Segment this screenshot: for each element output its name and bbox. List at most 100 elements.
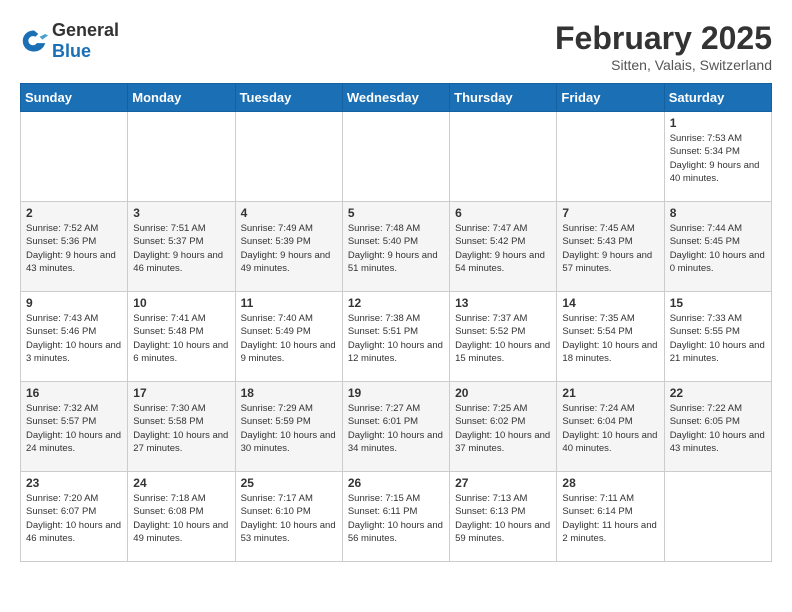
calendar-cell	[235, 112, 342, 202]
day-info: Sunrise: 7:32 AM Sunset: 5:57 PM Dayligh…	[26, 402, 122, 455]
day-number: 18	[241, 386, 337, 400]
calendar-cell: 4 Sunrise: 7:49 AM Sunset: 5:39 PM Daylig…	[235, 202, 342, 292]
calendar-cell: 13 Sunrise: 7:37 AM Sunset: 5:52 PM Dayli…	[450, 292, 557, 382]
day-number: 26	[348, 476, 444, 490]
day-info: Sunrise: 7:51 AM Sunset: 5:37 PM Dayligh…	[133, 222, 229, 275]
day-number: 6	[455, 206, 551, 220]
logo-blue: Blue	[52, 41, 91, 61]
day-info: Sunrise: 7:41 AM Sunset: 5:48 PM Dayligh…	[133, 312, 229, 365]
day-info: Sunrise: 7:15 AM Sunset: 6:11 PM Dayligh…	[348, 492, 444, 545]
day-number: 25	[241, 476, 337, 490]
calendar-cell: 26 Sunrise: 7:15 AM Sunset: 6:11 PM Dayli…	[342, 472, 449, 562]
calendar-week-row: 16Sunrise: 7:32 AM Sunset: 5:57 PM Dayli…	[21, 382, 772, 472]
calendar-table: SundayMondayTuesdayWednesdayThursdayFrid…	[20, 83, 772, 562]
day-info: Sunrise: 7:44 AM Sunset: 5:45 PM Dayligh…	[670, 222, 766, 275]
calendar-cell: 10 Sunrise: 7:41 AM Sunset: 5:48 PM Dayli…	[128, 292, 235, 382]
day-info: Sunrise: 7:13 AM Sunset: 6:13 PM Dayligh…	[455, 492, 551, 545]
day-info: Sunrise: 7:27 AM Sunset: 6:01 PM Dayligh…	[348, 402, 444, 455]
day-number: 1	[670, 116, 766, 130]
day-info: Sunrise: 7:25 AM Sunset: 6:02 PM Dayligh…	[455, 402, 551, 455]
calendar-cell: 19 Sunrise: 7:27 AM Sunset: 6:01 PM Dayli…	[342, 382, 449, 472]
day-number: 15	[670, 296, 766, 310]
day-number: 7	[562, 206, 658, 220]
day-info: Sunrise: 7:11 AM Sunset: 6:14 PM Dayligh…	[562, 492, 658, 545]
day-number: 22	[670, 386, 766, 400]
calendar-cell: 20 Sunrise: 7:25 AM Sunset: 6:02 PM Dayli…	[450, 382, 557, 472]
location: Sitten, Valais, Switzerland	[555, 57, 772, 73]
day-number: 24	[133, 476, 229, 490]
day-number: 8	[670, 206, 766, 220]
calendar-cell	[664, 472, 771, 562]
calendar-cell: 6Sunrise: 7:47 AM Sunset: 5:42 PM Daylig…	[450, 202, 557, 292]
day-info: Sunrise: 7:52 AM Sunset: 5:36 PM Dayligh…	[26, 222, 122, 275]
day-info: Sunrise: 7:33 AM Sunset: 5:55 PM Dayligh…	[670, 312, 766, 365]
calendar-header-monday: Monday	[128, 84, 235, 112]
day-number: 17	[133, 386, 229, 400]
day-info: Sunrise: 7:45 AM Sunset: 5:43 PM Dayligh…	[562, 222, 658, 275]
logo-icon	[20, 27, 48, 55]
calendar-cell: 21Sunrise: 7:24 AM Sunset: 6:04 PM Dayli…	[557, 382, 664, 472]
day-number: 12	[348, 296, 444, 310]
day-info: Sunrise: 7:37 AM Sunset: 5:52 PM Dayligh…	[455, 312, 551, 365]
calendar-cell: 24 Sunrise: 7:18 AM Sunset: 6:08 PM Dayli…	[128, 472, 235, 562]
calendar-header-wednesday: Wednesday	[342, 84, 449, 112]
calendar-cell	[342, 112, 449, 202]
day-info: Sunrise: 7:40 AM Sunset: 5:49 PM Dayligh…	[241, 312, 337, 365]
day-number: 4	[241, 206, 337, 220]
day-number: 20	[455, 386, 551, 400]
calendar-cell: 3Sunrise: 7:51 AM Sunset: 5:37 PM Daylig…	[128, 202, 235, 292]
day-info: Sunrise: 7:18 AM Sunset: 6:08 PM Dayligh…	[133, 492, 229, 545]
day-info: Sunrise: 7:49 AM Sunset: 5:39 PM Dayligh…	[241, 222, 337, 275]
calendar-cell: 16Sunrise: 7:32 AM Sunset: 5:57 PM Dayli…	[21, 382, 128, 472]
day-number: 9	[26, 296, 122, 310]
calendar-cell: 28Sunrise: 7:11 AM Sunset: 6:14 PM Dayli…	[557, 472, 664, 562]
calendar-cell: 2Sunrise: 7:52 AM Sunset: 5:36 PM Daylig…	[21, 202, 128, 292]
calendar-cell: 15 Sunrise: 7:33 AM Sunset: 5:55 PM Dayli…	[664, 292, 771, 382]
day-number: 13	[455, 296, 551, 310]
month-title: February 2025	[555, 20, 772, 57]
calendar-week-row: 1 Sunrise: 7:53 AM Sunset: 5:34 PM Daylig…	[21, 112, 772, 202]
day-number: 11	[241, 296, 337, 310]
calendar-header-sunday: Sunday	[21, 84, 128, 112]
calendar-week-row: 2Sunrise: 7:52 AM Sunset: 5:36 PM Daylig…	[21, 202, 772, 292]
calendar-cell: 5Sunrise: 7:48 AM Sunset: 5:40 PM Daylig…	[342, 202, 449, 292]
calendar-cell: 11 Sunrise: 7:40 AM Sunset: 5:49 PM Dayli…	[235, 292, 342, 382]
calendar-header-tuesday: Tuesday	[235, 84, 342, 112]
day-number: 23	[26, 476, 122, 490]
day-number: 10	[133, 296, 229, 310]
day-number: 14	[562, 296, 658, 310]
logo-general: General	[52, 20, 119, 40]
day-info: Sunrise: 7:20 AM Sunset: 6:07 PM Dayligh…	[26, 492, 122, 545]
calendar-header-thursday: Thursday	[450, 84, 557, 112]
calendar-cell: 22 Sunrise: 7:22 AM Sunset: 6:05 PM Dayli…	[664, 382, 771, 472]
calendar-cell	[21, 112, 128, 202]
calendar-cell	[450, 112, 557, 202]
day-info: Sunrise: 7:30 AM Sunset: 5:58 PM Dayligh…	[133, 402, 229, 455]
day-number: 19	[348, 386, 444, 400]
day-info: Sunrise: 7:53 AM Sunset: 5:34 PM Dayligh…	[670, 132, 766, 185]
calendar-week-row: 9Sunrise: 7:43 AM Sunset: 5:46 PM Daylig…	[21, 292, 772, 382]
calendar-cell	[128, 112, 235, 202]
day-info: Sunrise: 7:35 AM Sunset: 5:54 PM Dayligh…	[562, 312, 658, 365]
day-info: Sunrise: 7:24 AM Sunset: 6:04 PM Dayligh…	[562, 402, 658, 455]
calendar-cell: 14 Sunrise: 7:35 AM Sunset: 5:54 PM Dayli…	[557, 292, 664, 382]
calendar-cell: 8 Sunrise: 7:44 AM Sunset: 5:45 PM Daylig…	[664, 202, 771, 292]
calendar-cell: 23 Sunrise: 7:20 AM Sunset: 6:07 PM Dayli…	[21, 472, 128, 562]
day-info: Sunrise: 7:17 AM Sunset: 6:10 PM Dayligh…	[241, 492, 337, 545]
day-number: 5	[348, 206, 444, 220]
calendar-cell: 27 Sunrise: 7:13 AM Sunset: 6:13 PM Dayli…	[450, 472, 557, 562]
calendar-cell: 9Sunrise: 7:43 AM Sunset: 5:46 PM Daylig…	[21, 292, 128, 382]
calendar-cell	[557, 112, 664, 202]
page-header: General Blue February 2025 Sitten, Valai…	[20, 20, 772, 73]
day-info: Sunrise: 7:29 AM Sunset: 5:59 PM Dayligh…	[241, 402, 337, 455]
calendar-week-row: 23 Sunrise: 7:20 AM Sunset: 6:07 PM Dayli…	[21, 472, 772, 562]
day-number: 27	[455, 476, 551, 490]
calendar-cell: 7 Sunrise: 7:45 AM Sunset: 5:43 PM Daylig…	[557, 202, 664, 292]
calendar-cell: 1 Sunrise: 7:53 AM Sunset: 5:34 PM Daylig…	[664, 112, 771, 202]
calendar-cell: 25 Sunrise: 7:17 AM Sunset: 6:10 PM Dayli…	[235, 472, 342, 562]
calendar-header-row: SundayMondayTuesdayWednesdayThursdayFrid…	[21, 84, 772, 112]
calendar-cell: 17 Sunrise: 7:30 AM Sunset: 5:58 PM Dayli…	[128, 382, 235, 472]
calendar-header-saturday: Saturday	[664, 84, 771, 112]
logo-text: General Blue	[52, 20, 119, 62]
day-info: Sunrise: 7:22 AM Sunset: 6:05 PM Dayligh…	[670, 402, 766, 455]
